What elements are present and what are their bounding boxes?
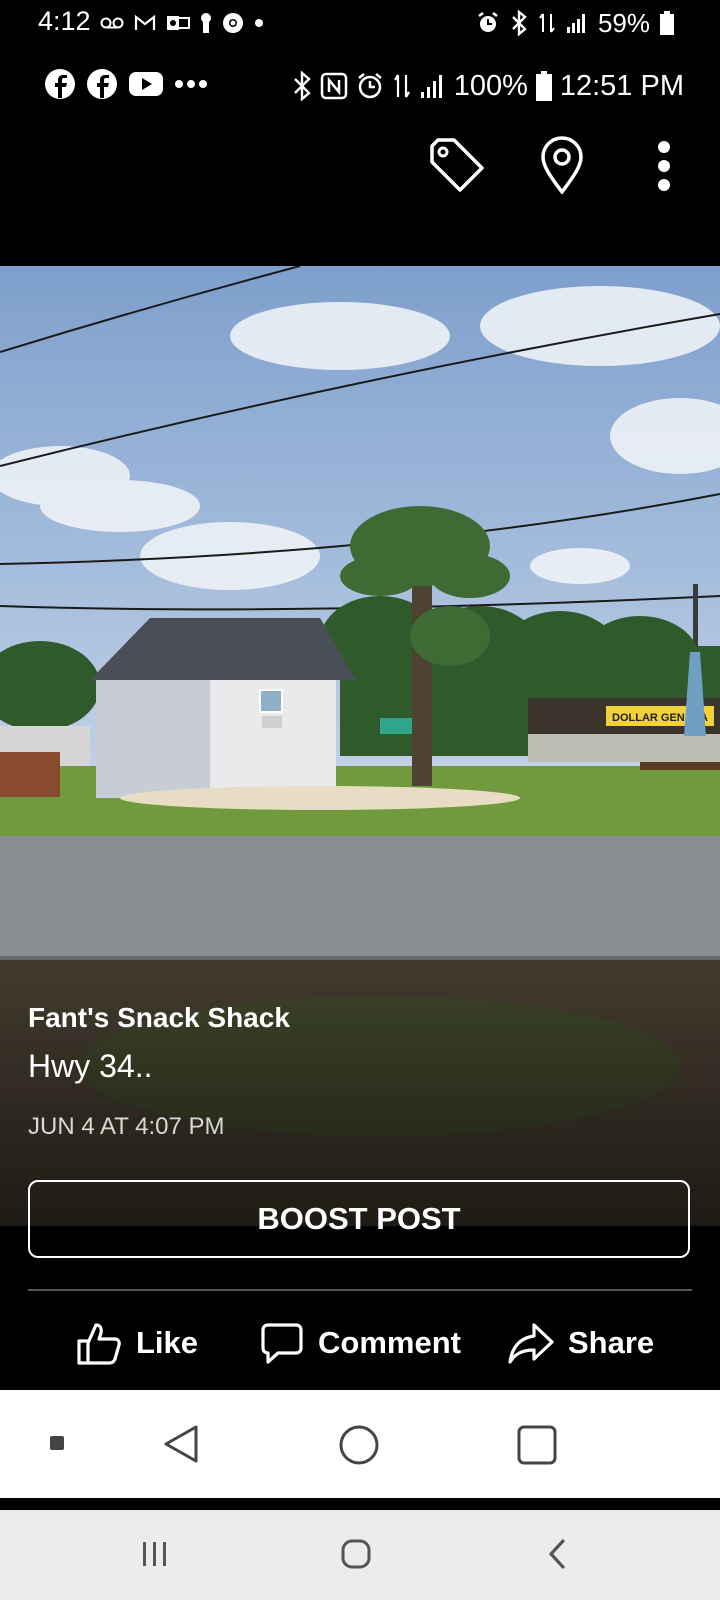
status-time: 4:12 bbox=[38, 6, 91, 36]
status-bar: 4:12 59% bbox=[0, 0, 720, 46]
battery-percent: 59% bbox=[597, 7, 650, 38]
signal-icon bbox=[420, 75, 442, 98]
post-actions: Like Comment Share bbox=[0, 1300, 720, 1386]
post-text: Hwy 34.. bbox=[28, 1048, 153, 1084]
chrome-icon bbox=[223, 13, 243, 33]
thumbs-up-icon bbox=[77, 1323, 121, 1365]
more-dots-icon bbox=[175, 80, 207, 88]
more-vertical-icon[interactable] bbox=[654, 140, 674, 192]
battery-icon bbox=[535, 71, 552, 101]
window-ac-unit bbox=[262, 716, 282, 728]
road bbox=[0, 836, 720, 960]
comment-label: Comment bbox=[318, 1325, 461, 1360]
share-label: Share bbox=[568, 1325, 655, 1360]
share-button[interactable]: Share bbox=[508, 1300, 654, 1386]
bluetooth-icon bbox=[512, 10, 527, 36]
embedded-time: 12:51 PM bbox=[559, 69, 684, 102]
alarm-icon bbox=[478, 12, 498, 32]
outlook-icon bbox=[167, 16, 190, 30]
embedded-battery-percent: 100% bbox=[453, 69, 528, 102]
back-triangle-icon[interactable] bbox=[162, 1424, 200, 1464]
gravel-pad bbox=[120, 786, 520, 810]
photo-toolbar bbox=[0, 130, 720, 210]
back-icon[interactable] bbox=[546, 1538, 568, 1570]
tag-icon[interactable] bbox=[428, 138, 486, 194]
divider bbox=[28, 1289, 692, 1291]
embedded-system-icons: 100% 12:51 PM bbox=[292, 64, 684, 108]
embedded-status-bar: 100% 12:51 PM bbox=[44, 64, 684, 108]
nfc-icon bbox=[320, 72, 347, 100]
picnic-table bbox=[640, 762, 720, 770]
alarm-icon bbox=[357, 73, 382, 99]
bluetooth-icon bbox=[293, 71, 311, 101]
recents-icon[interactable] bbox=[140, 1540, 170, 1568]
location-pin-icon[interactable] bbox=[540, 136, 584, 194]
embedded-notification-icons bbox=[44, 68, 208, 100]
comment-bubble-icon bbox=[261, 1323, 303, 1364]
fence bbox=[0, 752, 60, 797]
comment-button[interactable]: Comment bbox=[260, 1300, 461, 1386]
boost-post-button[interactable]: BOOST POST bbox=[28, 1180, 690, 1258]
data-icon bbox=[393, 74, 410, 98]
status-system-icons: 59% bbox=[476, 6, 674, 40]
signal-icon bbox=[566, 14, 585, 33]
embedded-nav-bar bbox=[0, 1390, 720, 1498]
facebook-icon bbox=[45, 69, 75, 99]
yard-sign bbox=[380, 718, 412, 734]
facebook-icon bbox=[87, 69, 117, 99]
battery-icon bbox=[660, 11, 674, 35]
home-icon[interactable] bbox=[340, 1538, 372, 1570]
youtube-icon bbox=[129, 72, 163, 96]
like-button[interactable]: Like bbox=[76, 1300, 198, 1386]
home-circle-icon[interactable] bbox=[338, 1424, 380, 1466]
like-label: Like bbox=[136, 1325, 199, 1360]
post-timestamp: JUN 4 AT 4:07 PM bbox=[28, 1113, 225, 1140]
keyhole-icon bbox=[201, 13, 211, 33]
system-nav-bar bbox=[0, 1510, 720, 1600]
status-notification-icons bbox=[100, 10, 264, 36]
data-icon bbox=[539, 13, 555, 33]
square-dot-icon[interactable] bbox=[50, 1436, 64, 1450]
gmail-icon bbox=[134, 14, 156, 30]
recents-square-icon[interactable] bbox=[516, 1424, 558, 1466]
shed-window bbox=[259, 689, 283, 713]
voicemail-icon bbox=[100, 17, 124, 29]
post-caption: Fant's Snack Shack Hwy 34.. JUN 4 AT 4:0… bbox=[28, 1002, 688, 1141]
post-title: Fant's Snack Shack bbox=[28, 1002, 290, 1033]
dot-icon bbox=[255, 19, 263, 27]
share-arrow-icon bbox=[508, 1323, 554, 1364]
shed-side bbox=[96, 680, 210, 798]
palm-trunk bbox=[412, 556, 432, 786]
